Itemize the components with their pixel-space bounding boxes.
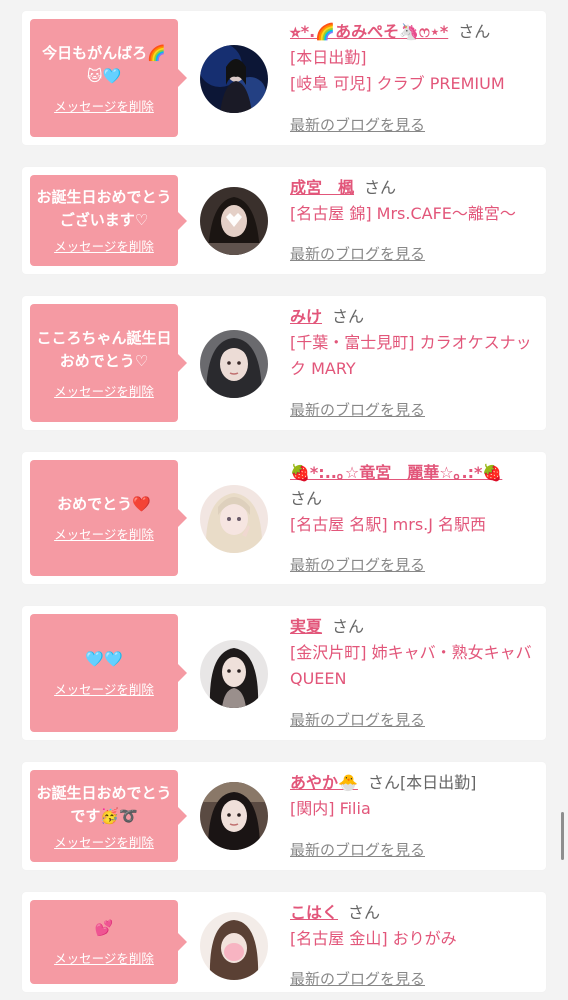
shop-line: [名古屋 金山] おりがみ [290,929,457,948]
message-card: お誕生日おめでとうございます♡ メッセージを削除 成宮 楓さん [名古屋 錦] … [22,167,546,274]
honorific: さん [458,22,491,41]
avatar[interactable] [200,640,268,708]
profile-name-link[interactable]: みけ [290,307,322,326]
honorific: さん [364,178,397,197]
name-line: 成宮 楓さん [290,175,542,201]
avatar[interactable] [200,912,268,980]
name-line: 実夏 さん [290,614,542,640]
delete-message-link[interactable]: メッセージを削除 [54,381,154,400]
profile-name-link[interactable]: 成宮 楓 [290,178,354,197]
honorific: さん[本日出勤] [367,773,477,792]
name-line: あやか🐣 さん[本日出勤] [290,770,542,796]
message-bubble: こころちゃん誕生日おめでとう♡ メッセージを削除 [30,304,187,422]
avatar[interactable] [200,187,268,255]
delete-message-link[interactable]: メッセージを削除 [54,832,154,851]
shop-line: [千葉・富士見町] カラオケスナック MARY [290,333,532,378]
detail-line: [本日出勤] [290,48,367,67]
profile-name-link[interactable]: 実夏 [290,617,322,636]
message-text: 今日もがんばろ🌈🐱🩵 [42,43,166,85]
message-text: 💕 [94,919,114,937]
profile-info: あやか🐣 さん[本日出勤] [関内] Filia [290,770,542,822]
delete-message-link[interactable]: メッセージを削除 [54,524,154,543]
blog-link[interactable]: 最新のブログを見る [290,968,425,989]
message-bubble: 💕 メッセージを削除 [30,900,187,984]
profile-info: ⭐︎*.🌈あみぺそ🦄ෆ⋆* さん [本日出勤] [岐阜 可児] クラブ PREMI… [290,19,542,97]
honorific: さん [290,489,323,508]
avatar[interactable] [200,782,268,850]
delete-message-link[interactable]: メッセージを削除 [54,679,154,698]
message-bubble: 🩵🩵 メッセージを削除 [30,614,187,732]
avatar[interactable] [200,330,268,398]
message-card: 🩵🩵 メッセージを削除 実夏 さん [金沢片町] 姉キャバ・熟女キャバ QUEEN… [22,606,546,740]
blog-link[interactable]: 最新のブログを見る [290,243,425,264]
message-text: 🩵🩵 [85,650,123,668]
blog-link[interactable]: 最新のブログを見る [290,709,425,730]
message-text: お誕生日おめでとうです🥳➰ [36,783,172,825]
profile-name-link[interactable]: あやか🐣 [290,773,358,792]
profile-info: こはく さん [名古屋 金山] おりがみ [290,900,542,952]
honorific: さん [348,903,381,922]
message-card: こころちゃん誕生日おめでとう♡ メッセージを削除 みけ さん [千葉・富士見町] … [22,296,546,430]
profile-info: 成宮 楓さん [名古屋 錦] Mrs.CAFE〜離宮〜 [290,175,542,227]
message-card: 💕 メッセージを削除 こはく さん [名古屋 金山] おりがみ 最新のブログを見る [22,892,546,992]
delete-message-link[interactable]: メッセージを削除 [54,948,154,967]
message-list: 今日もがんばろ🌈🐱🩵 メッセージを削除 ⭐︎*.🌈あみぺそ🦄ෆ⋆* さん [本日出… [0,0,568,1000]
blog-link[interactable]: 最新のブログを見る [290,554,425,575]
message-bubble: おめでとう❤️ メッセージを削除 [30,460,187,576]
message-text: おめでとう❤️ [57,495,151,513]
name-line: こはく さん [290,900,542,926]
message-bubble: お誕生日おめでとうです🥳➰ メッセージを削除 [30,770,187,862]
shop-line: [岐阜 可児] クラブ PREMIUM [290,74,505,93]
blog-link[interactable]: 最新のブログを見る [290,114,425,135]
shop-line: [関内] Filia [290,799,371,818]
profile-name-link[interactable]: ⭐︎*.🌈あみぺそ🦄ෆ⋆* [290,22,448,41]
message-text: こころちゃん誕生日おめでとう♡ [36,328,172,370]
shop-line: [名古屋 名駅] mrs.J 名駅西 [290,515,487,534]
message-card: 今日もがんばろ🌈🐱🩵 メッセージを削除 ⭐︎*.🌈あみぺそ🦄ෆ⋆* さん [本日出… [22,11,546,145]
profile-info: 実夏 さん [金沢片町] 姉キャバ・熟女キャバ QUEEN [290,614,542,692]
profile-info: 🍓*:..｡☆竜宮 麗華☆｡.:*🍓 さん [名古屋 名駅] mrs.J 名駅西 [290,460,542,538]
name-line: みけ さん [290,304,542,330]
scrollbar[interactable] [561,812,564,860]
shop-line: [名古屋 錦] Mrs.CAFE〜離宮〜 [290,204,516,223]
profile-info: みけ さん [千葉・富士見町] カラオケスナック MARY [290,304,542,382]
message-bubble: 今日もがんばろ🌈🐱🩵 メッセージを削除 [30,19,187,137]
name-line: ⭐︎*.🌈あみぺそ🦄ෆ⋆* さん [290,19,542,45]
name-line: 🍓*:..｡☆竜宮 麗華☆｡.:*🍓 [290,460,542,486]
honorific: さん [332,307,365,326]
honorific: さん [332,617,365,636]
blog-link[interactable]: 最新のブログを見る [290,399,425,420]
avatar[interactable] [200,45,268,113]
profile-name-link[interactable]: こはく [290,903,338,922]
blog-link[interactable]: 最新のブログを見る [290,839,425,860]
shop-line: [金沢片町] 姉キャバ・熟女キャバ QUEEN [290,643,532,688]
message-text: お誕生日おめでとうございます♡ [36,188,172,229]
avatar[interactable] [200,485,268,553]
message-bubble: お誕生日おめでとうございます♡ メッセージを削除 [30,175,187,266]
delete-message-link[interactable]: メッセージを削除 [54,96,154,115]
message-card: お誕生日おめでとうです🥳➰ メッセージを削除 あやか🐣 さん[本日出勤] [関内]… [22,762,546,870]
message-card: おめでとう❤️ メッセージを削除 🍓*:..｡☆竜宮 麗華☆｡.:*🍓 さん [… [22,452,546,584]
delete-message-link[interactable]: メッセージを削除 [54,236,154,255]
profile-name-link[interactable]: 🍓*:..｡☆竜宮 麗華☆｡.:*🍓 [290,463,502,482]
